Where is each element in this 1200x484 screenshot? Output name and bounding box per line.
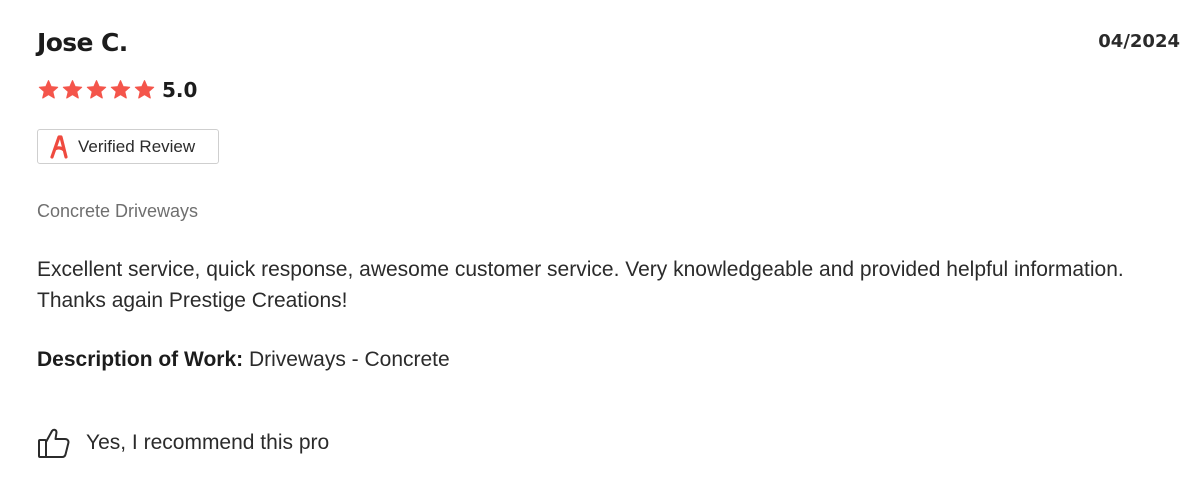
angi-logo-icon bbox=[49, 134, 69, 159]
service-category: Concrete Driveways bbox=[37, 201, 199, 221]
review-date: 04/2024 bbox=[1098, 31, 1180, 52]
thumbs-up-icon bbox=[37, 426, 71, 460]
work-description-value: Driveways - Concrete bbox=[248, 348, 450, 371]
rating-row: 5.0 bbox=[37, 77, 197, 103]
verified-review-badge: Verified Review bbox=[37, 129, 219, 164]
star-icon bbox=[85, 79, 108, 101]
reviewer-name: Jose C. bbox=[37, 28, 128, 57]
star-icon bbox=[109, 79, 132, 101]
star-icon bbox=[61, 79, 84, 101]
review-text: Excellent service, quick response, aweso… bbox=[37, 258, 1124, 312]
star-rating bbox=[37, 79, 156, 101]
work-description-label: Description of Work: bbox=[37, 348, 244, 371]
star-icon bbox=[133, 79, 156, 101]
rating-value: 5.0 bbox=[162, 78, 198, 102]
star-icon bbox=[37, 79, 60, 101]
review-card: Jose C. 04/2024 5.0 Verified Review Conc… bbox=[0, 0, 1200, 484]
recommendation: Yes, I recommend this pro bbox=[37, 425, 329, 461]
verified-review-label: Verified Review bbox=[78, 136, 196, 156]
recommend-label: Yes, I recommend this pro bbox=[86, 431, 330, 454]
work-description: Description of Work: Driveways - Concret… bbox=[37, 345, 450, 375]
